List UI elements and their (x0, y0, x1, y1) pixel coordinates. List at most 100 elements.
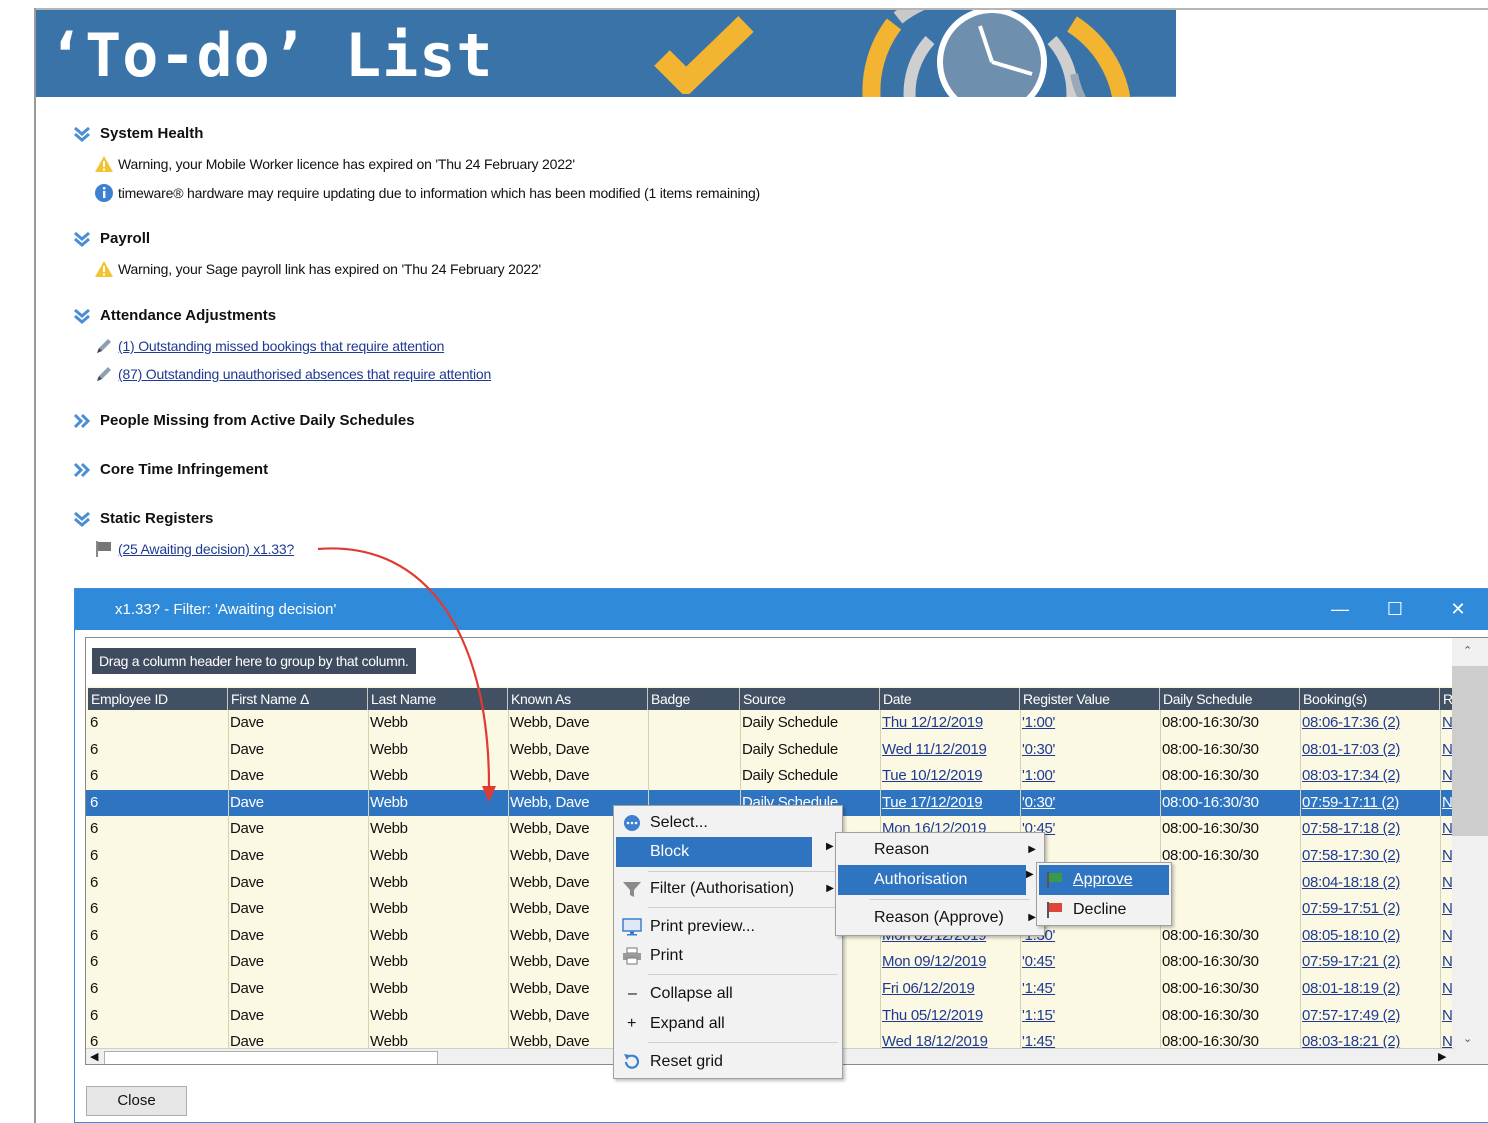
cell-register-value[interactable]: '1:00' (1022, 714, 1055, 731)
cell-r[interactable]: N (1442, 980, 1453, 997)
cell-r[interactable]: N (1442, 794, 1453, 811)
cell-bookings[interactable]: 07:57-17:49 (2) (1302, 1007, 1400, 1024)
menu-item-reset-grid[interactable]: Reset grid (616, 1047, 840, 1077)
table-row[interactable]: 6 Dave Webb Webb, Dave Daily Schedule Wed 11/… (86, 737, 1454, 764)
section-attendance-adjustments[interactable]: Attendance Adjustments (72, 307, 276, 324)
scrollbar-thumb[interactable] (104, 1051, 438, 1064)
list-item[interactable]: (87) Outstanding unauthorised absences t… (94, 365, 491, 383)
section-people-missing[interactable]: People Missing from Active Daily Schedul… (72, 412, 415, 429)
cell-r[interactable]: N (1442, 953, 1453, 970)
cell-bookings[interactable]: 07:59-17:51 (2) (1302, 900, 1400, 917)
cell-bookings[interactable]: 07:58-17:30 (2) (1302, 847, 1400, 864)
cell-bookings[interactable]: 08:06-17:36 (2) (1302, 714, 1400, 731)
cell-employee-id: 6 (90, 980, 99, 997)
column-header-known-as[interactable]: Known As (508, 688, 648, 710)
menu-item-print-preview[interactable]: Print preview... (616, 912, 840, 942)
section-static-registers[interactable]: Static Registers (72, 510, 213, 527)
chevron-right-icon[interactable] (72, 413, 92, 429)
cell-register-value[interactable]: '1:45' (1022, 980, 1055, 997)
column-header-last-name[interactable]: Last Name (368, 688, 508, 710)
cell-r[interactable]: N (1442, 847, 1453, 864)
menu-item-reason[interactable]: Reason ▶ (838, 835, 1042, 865)
cell-first-name: Dave (230, 767, 264, 785)
dialog-title-bar[interactable]: x1.33? - Filter: 'Awaiting decision' — ☐… (75, 589, 1488, 630)
scroll-left-icon[interactable]: ◀ (90, 1050, 98, 1063)
column-header-badge[interactable]: Badge (648, 688, 740, 710)
cell-r[interactable]: N (1442, 874, 1453, 891)
cell-r[interactable]: N (1442, 927, 1453, 944)
cell-bookings[interactable]: 07:59-17:11 (2) (1302, 794, 1399, 811)
cell-register-value[interactable]: '0:30' (1022, 794, 1055, 811)
chevron-down-icon[interactable] (72, 126, 92, 142)
section-payroll[interactable]: Payroll (72, 230, 150, 247)
missed-bookings-link[interactable]: (1) Outstanding missed bookings that req… (118, 338, 444, 354)
cell-register-value[interactable]: '0:30' (1022, 741, 1055, 758)
column-header-first-name[interactable]: First Name Δ (228, 688, 368, 710)
list-item[interactable]: (25 Awaiting decision) x1.33? (94, 540, 294, 558)
cell-date[interactable]: Fri 06/12/2019 (882, 980, 975, 997)
cell-bookings[interactable]: 07:59-17:21 (2) (1302, 953, 1400, 970)
cell-r[interactable]: N (1442, 900, 1453, 917)
close-button[interactable]: Close (86, 1086, 187, 1116)
list-item: Warning, your Mobile Worker licence has … (94, 155, 575, 173)
cell-register-value[interactable]: '1:00' (1022, 767, 1055, 784)
chevron-down-icon[interactable] (72, 511, 92, 527)
cell-r[interactable]: N (1442, 767, 1453, 784)
cell-date[interactable]: Tue 17/12/2019 (882, 794, 983, 811)
cell-r[interactable]: N (1442, 1007, 1453, 1024)
table-row[interactable]: 6 Dave Webb Webb, Dave Daily Schedule Tue 10/… (86, 763, 1454, 790)
column-header-daily-schedule[interactable]: Daily Schedule (1160, 688, 1300, 710)
chevron-down-icon[interactable] (72, 231, 92, 247)
cell-register-value[interactable]: '0:45' (1022, 953, 1055, 970)
warning-icon (95, 156, 113, 172)
menu-item-decline[interactable]: Decline (1039, 895, 1169, 925)
scroll-up-icon[interactable]: ⌃ (1463, 644, 1472, 657)
cell-date[interactable]: Wed 11/12/2019 (882, 741, 987, 758)
column-header-source[interactable]: Source (740, 688, 880, 710)
table-row[interactable]: 6 Dave Webb Webb, Dave Daily Schedule Thu 12/… (86, 710, 1454, 737)
group-panel[interactable]: Drag a column header here to group by th… (86, 638, 1454, 686)
minimize-button[interactable]: — (1325, 595, 1355, 623)
awaiting-decision-link[interactable]: (25 Awaiting decision) x1.33? (118, 541, 294, 557)
cell-r[interactable]: N (1442, 820, 1453, 837)
maximize-button[interactable]: ☐ (1380, 595, 1410, 623)
scrollbar-thumb[interactable] (1452, 666, 1488, 836)
menu-item-print[interactable]: Print (616, 941, 840, 971)
cell-date[interactable]: Thu 05/12/2019 (882, 1007, 983, 1024)
menu-item-filter[interactable]: Filter (Authorisation) ▶ (616, 874, 840, 904)
menu-item-expand-all[interactable]: + Expand all (616, 1009, 840, 1039)
close-window-button[interactable]: ✕ (1443, 595, 1473, 623)
column-header-register-value[interactable]: Register Value (1020, 688, 1160, 710)
menu-item-select[interactable]: Select... (616, 808, 840, 838)
cell-bookings[interactable]: 08:01-18:19 (2) (1302, 980, 1400, 997)
cell-r[interactable]: N (1442, 714, 1453, 731)
column-header-date[interactable]: Date (880, 688, 1020, 710)
cell-bookings[interactable]: 08:04-18:18 (2) (1302, 874, 1400, 891)
menu-item-block[interactable]: Block (616, 837, 812, 867)
cell-bookings[interactable]: 07:58-17:18 (2) (1302, 820, 1400, 837)
column-header-bookings[interactable]: Booking(s) (1300, 688, 1440, 710)
section-system-health[interactable]: System Health (72, 125, 203, 142)
chevron-down-icon[interactable] (72, 308, 92, 324)
menu-item-reason-approve[interactable]: Reason (Approve) ▶ (838, 903, 1042, 933)
scroll-right-icon[interactable]: ▶ (1438, 1050, 1446, 1063)
column-header-employee-id[interactable]: Employee ID (88, 688, 228, 710)
cell-date[interactable]: Mon 09/12/2019 (882, 953, 987, 970)
cell-bookings[interactable]: 08:05-18:10 (2) (1302, 927, 1400, 944)
cell-bookings[interactable]: 08:03-17:34 (2) (1302, 767, 1400, 784)
menu-item-authorisation[interactable]: Authorisation (838, 865, 1026, 895)
chevron-right-icon[interactable] (72, 462, 92, 478)
cell-r[interactable]: N (1442, 741, 1453, 758)
cell-date[interactable]: Thu 12/12/2019 (882, 714, 983, 731)
cell-bookings[interactable]: 08:01-17:03 (2) (1302, 741, 1400, 758)
cell-date[interactable]: Tue 10/12/2019 (882, 767, 983, 784)
section-core-time[interactable]: Core Time Infringement (72, 461, 268, 478)
cell-register-value[interactable]: '1:15' (1022, 1007, 1055, 1024)
menu-item-approve[interactable]: Approve (1039, 865, 1169, 895)
menu-item-collapse-all[interactable]: – Collapse all (616, 979, 840, 1009)
unauthorised-absences-link[interactable]: (87) Outstanding unauthorised absences t… (118, 366, 491, 382)
vertical-scrollbar[interactable]: ⌃ ⌄ (1452, 638, 1488, 1064)
list-item[interactable]: (1) Outstanding missed bookings that req… (94, 337, 444, 355)
column-divider (1300, 710, 1301, 1064)
scroll-down-icon[interactable]: ⌄ (1463, 1032, 1472, 1045)
